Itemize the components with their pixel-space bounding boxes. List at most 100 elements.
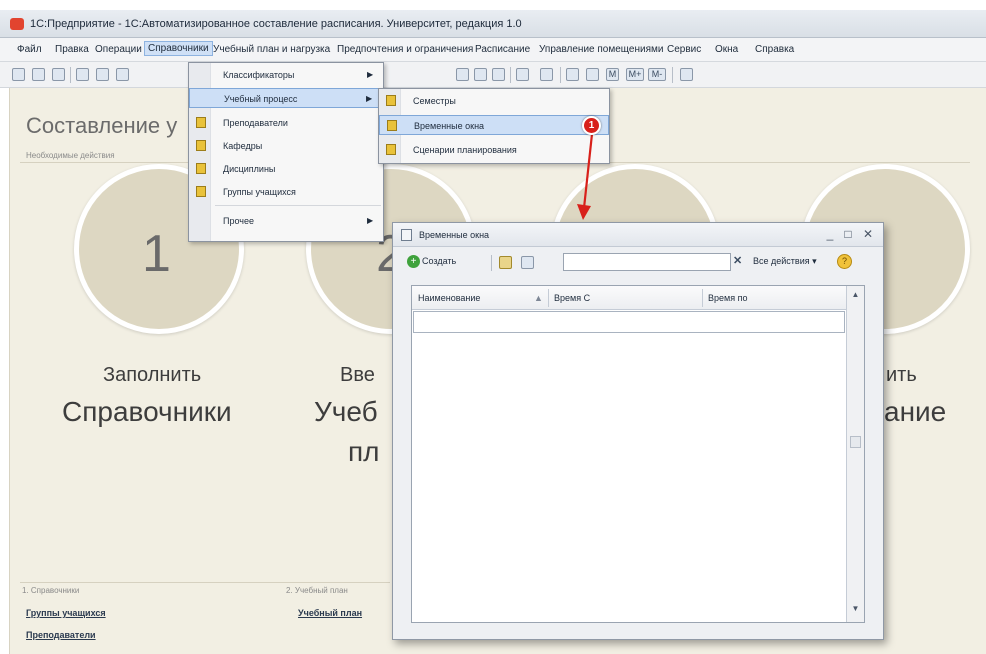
divider [20, 582, 390, 583]
m-icon[interactable]: M [606, 68, 619, 81]
step2-title[interactable]: Вве [340, 364, 375, 387]
menu-item-disciplines[interactable]: Дисциплины [189, 159, 383, 179]
calendar-icon[interactable] [586, 68, 599, 81]
step2-subtitle[interactable]: Учеб [314, 396, 378, 428]
toolbar-separator [70, 67, 71, 83]
column-time-from[interactable]: Время С [554, 293, 590, 303]
step1-subtitle[interactable]: Справочники [62, 396, 232, 428]
close-icon[interactable]: ✕ [861, 227, 875, 241]
toolbar-separator [672, 67, 673, 83]
link-curriculum[interactable]: Учебный план [298, 608, 362, 618]
dialog-title: Временные окна [419, 230, 490, 240]
top-strip [0, 0, 986, 10]
menu-edit[interactable]: Правка [52, 43, 92, 56]
column-separator [548, 289, 549, 307]
minimize-icon[interactable]: _ [823, 227, 837, 241]
chevron-down-icon: ▾ [812, 256, 817, 266]
toolbar-separator [510, 67, 511, 83]
step2-subtitle-line[interactable]: пл [348, 436, 380, 468]
app-logo-icon [10, 18, 24, 30]
submenu-arrow-icon: ▶ [367, 70, 374, 79]
callout-arrow-icon [577, 133, 594, 220]
menu-schedule[interactable]: Расписание [472, 43, 533, 56]
add-folder-icon[interactable] [499, 256, 512, 269]
menu-curriculum[interactable]: Учебный план и нагрузка [210, 43, 333, 56]
scroll-down-icon[interactable]: ▼ [849, 604, 862, 618]
column-time-to[interactable]: Время по [708, 293, 747, 303]
menu-windows[interactable]: Окна [712, 43, 741, 56]
tips-icon[interactable] [516, 68, 529, 81]
menu-item-semesters[interactable]: Семестры [379, 91, 609, 111]
catalog-icon [196, 140, 206, 151]
time-windows-table[interactable]: Наименование ▲ Время С Время по ▲ ▼ [411, 285, 865, 623]
copy-icon[interactable] [96, 68, 109, 81]
help-icon[interactable]: ? [837, 254, 852, 269]
catalog-icon [387, 120, 397, 131]
add-icon: + [407, 255, 420, 268]
menu-item-other[interactable]: Прочее ▶ [189, 211, 383, 231]
redo-icon[interactable] [474, 68, 487, 81]
menu-item-student-groups[interactable]: Группы учащихся [189, 182, 383, 202]
needed-actions-label: Необходимые действия [26, 151, 115, 160]
step1-title[interactable]: Заполнить [103, 364, 201, 387]
table-row[interactable] [413, 311, 845, 333]
m-plus-icon[interactable]: M+ [626, 68, 644, 81]
directories-menu: Классификаторы ▶ Учебный процесс ▶ Препо… [188, 62, 384, 242]
m-minus-icon[interactable]: M- [648, 68, 666, 81]
dialog-title-bar: Временные окна _ □ ✕ [393, 223, 883, 247]
undo-icon[interactable] [456, 68, 469, 81]
menu-rooms[interactable]: Управление помещениями [536, 43, 666, 56]
bottom-section-1-label: 1. Справочники [22, 586, 80, 595]
menu-service[interactable]: Сервис [664, 43, 704, 56]
scroll-thumb[interactable] [850, 436, 861, 448]
menu-item-departments[interactable]: Кафедры [189, 136, 383, 156]
all-actions-menu[interactable]: Все действия ▾ [753, 256, 817, 267]
sort-asc-icon: ▲ [534, 293, 543, 303]
catalog-icon [196, 117, 206, 128]
form-icon [401, 229, 412, 241]
catalog-icon [196, 163, 206, 174]
toolbar-separator [491, 255, 492, 271]
step4-subtitle[interactable]: ание [884, 396, 946, 428]
column-separator [702, 289, 703, 307]
menu-help[interactable]: Справка [752, 43, 797, 56]
create-button[interactable]: + Создать [407, 255, 456, 268]
clear-search-icon[interactable]: ✕ [733, 254, 747, 270]
column-name[interactable]: Наименование [418, 293, 480, 303]
link-student-groups[interactable]: Группы учащихся [26, 608, 106, 618]
step-callout-badge: 1 [582, 116, 601, 135]
save-icon[interactable] [52, 68, 65, 81]
menu-operations[interactable]: Операции [92, 43, 145, 56]
menu-file[interactable]: Файл [14, 43, 45, 56]
link-teachers[interactable]: Преподаватели [26, 630, 96, 640]
table-scrollbar[interactable]: ▲ ▼ [846, 286, 864, 622]
calculator-icon[interactable] [566, 68, 579, 81]
divider [610, 162, 970, 163]
menu-item-teachers[interactable]: Преподаватели [189, 113, 383, 133]
search-input[interactable] [563, 253, 731, 271]
time-windows-dialog: Временные окна _ □ ✕ + Создать ✕ Все дейс… [392, 222, 884, 640]
menu-item-educational-process[interactable]: Учебный процесс ▶ [189, 88, 383, 108]
menu-directories[interactable]: Справочники [144, 41, 213, 56]
window-title: 1С:Предприятие - 1С:Автоматизированное с… [30, 18, 522, 30]
page-title: Составление у [26, 113, 178, 138]
toolbar: M M+ M- [0, 62, 986, 88]
menu-bar: Файл Правка Операции Справочники Учебный… [0, 38, 986, 62]
toolbar-separator [560, 67, 561, 83]
cut-icon[interactable] [76, 68, 89, 81]
menu-item-classifiers[interactable]: Классификаторы ▶ [189, 65, 383, 85]
step1-number: 1 [142, 225, 171, 283]
help-icon[interactable] [540, 68, 553, 81]
title-bar: 1С:Предприятие - 1С:Автоматизированное с… [0, 10, 986, 38]
catalog-icon [386, 144, 396, 155]
find-icon[interactable] [492, 68, 505, 81]
menu-preferences[interactable]: Предпочтения и ограничения [334, 43, 476, 56]
copy-item-icon[interactable] [521, 256, 534, 269]
new-document-icon[interactable] [12, 68, 25, 81]
maximize-icon[interactable]: □ [841, 227, 855, 241]
hint-icon[interactable] [680, 68, 693, 81]
step4-title[interactable]: ить [886, 364, 917, 387]
scroll-up-icon[interactable]: ▲ [849, 290, 862, 304]
paste-icon[interactable] [116, 68, 129, 81]
open-folder-icon[interactable] [32, 68, 45, 81]
